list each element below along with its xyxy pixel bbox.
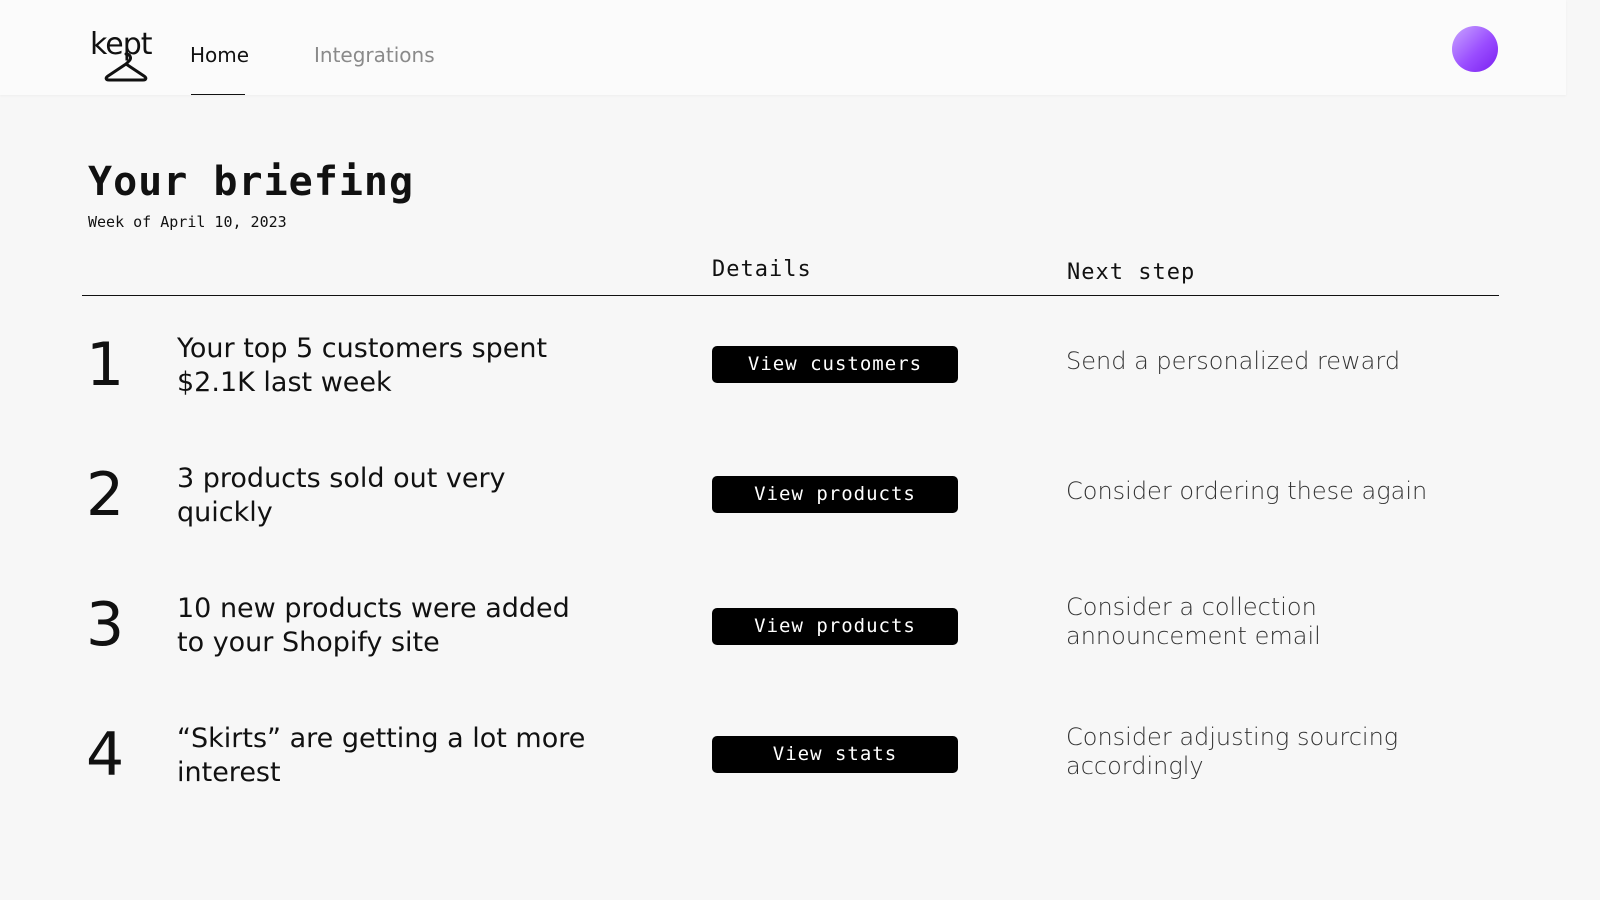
briefing-row: 2 3 products sold out very quickly View …: [0, 460, 1600, 560]
row-insight-text: Your top 5 customers spent $2.1K last we…: [177, 333, 548, 398]
row-number: 1: [86, 330, 125, 400]
active-tab-indicator: [191, 94, 245, 95]
briefing-row: 3 10 new products were added to your Sho…: [0, 590, 1600, 690]
page-subtitle: Week of April 10, 2023: [88, 213, 287, 231]
column-header-next-step: Next step: [1067, 260, 1196, 285]
row-next-step: Send a personalized reward: [1066, 347, 1401, 375]
briefing-row: 4 “Skirts” are getting a lot more intere…: [0, 720, 1600, 820]
row-insight-text: 3 products sold out very quickly: [177, 463, 506, 528]
user-avatar[interactable]: [1452, 26, 1498, 72]
kept-logo[interactable]: kept: [90, 30, 158, 82]
row-number: 2: [86, 460, 125, 530]
row-next-step: Consider ordering these again: [1066, 477, 1428, 505]
row-insight-text: 10 new products were added to your Shopi…: [177, 593, 570, 658]
tab-integrations[interactable]: Integrations: [314, 42, 435, 68]
top-navigation-bar: kept Home Integrations: [0, 0, 1566, 95]
page-title: Your briefing: [88, 159, 415, 205]
tab-home[interactable]: Home: [190, 42, 249, 68]
row-next-step: Consider a collection announcement email: [1066, 593, 1321, 650]
hanger-icon: [104, 52, 148, 82]
view-stats-button[interactable]: View stats: [712, 736, 958, 773]
row-number: 4: [86, 720, 125, 790]
view-products-button[interactable]: View products: [712, 608, 958, 645]
column-header-details: Details: [712, 257, 812, 282]
row-insight-text: “Skirts” are getting a lot more interest: [177, 723, 586, 788]
row-number: 3: [86, 590, 125, 660]
briefing-row: 1 Your top 5 customers spent $2.1K last …: [0, 330, 1600, 430]
view-customers-button[interactable]: View customers: [712, 346, 958, 383]
header-divider: [82, 295, 1499, 296]
row-next-step: Consider adjusting sourcing accordingly: [1066, 723, 1399, 780]
view-products-button[interactable]: View products: [712, 476, 958, 513]
